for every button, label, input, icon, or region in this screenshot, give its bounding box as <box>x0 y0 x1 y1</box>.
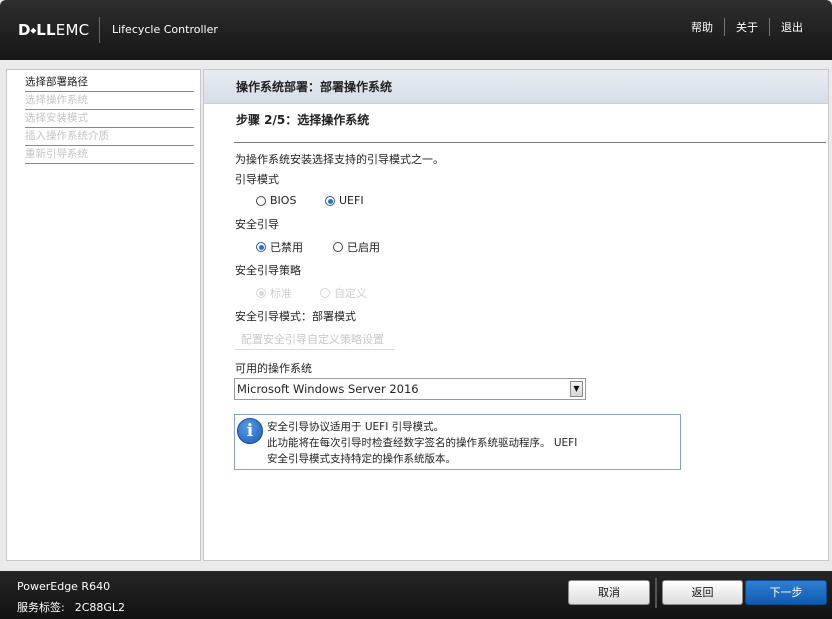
radio-unselected-icon <box>320 288 330 298</box>
radio-unselected-icon <box>256 195 266 206</box>
info-icon: i <box>237 418 263 444</box>
service-tag-label: 服务标签: <box>17 601 65 614</box>
server-model: PowerEdge R640 <box>17 580 111 593</box>
available-os-label: 可用的操作系统 <box>235 362 312 375</box>
header-bar: D⬩LLEMC Lifecycle Controller 帮助 关于 退出 <box>0 0 832 60</box>
exit-link[interactable]: 退出 <box>770 19 814 35</box>
radio-selected-icon <box>256 242 266 252</box>
radio-selected-icon <box>256 288 266 298</box>
radio-selected-icon <box>325 195 335 206</box>
page-title: 操作系统部署：部署操作系统 <box>204 70 828 104</box>
os-select-value: Microsoft Windows Server 2016 <box>237 382 419 396</box>
service-tag-value: 2C88GL2 <box>74 601 126 614</box>
back-button[interactable]: 返回 <box>662 580 743 605</box>
boot-mode-label: 引导模式 <box>235 173 279 186</box>
info-text-line: 此功能将在每次引导时检查经数字签名的操作系统驱动程序。 UEFI <box>267 437 578 449</box>
divider <box>234 142 826 143</box>
secure-boot-label: 安全引导 <box>235 218 279 231</box>
dropdown-arrow-icon[interactable]: ▼ <box>570 381 583 397</box>
policy-custom-radio: 自定义 <box>320 285 367 301</box>
header-divider <box>99 17 100 43</box>
header-links: 帮助 关于 退出 <box>680 18 814 36</box>
secure-boot-mode-text: 安全引导模式：部署模式 <box>235 310 356 323</box>
sidebar-item-insert-media: 插入操作系统介质 <box>25 128 194 146</box>
info-text-line: 安全引导协议适用于 UEFI 引导模式。 <box>267 421 445 433</box>
boot-mode-uefi-radio[interactable]: UEFI <box>325 194 364 207</box>
footer-bar: PowerEdge R640 服务标签: 2C88GL2 取消 返回 下一步 <box>0 571 832 619</box>
secure-boot-enabled-radio[interactable]: 已启用 <box>333 239 380 255</box>
info-text-line: 安全引导模式支持特定的操作系统版本。 <box>267 453 456 465</box>
product-name: Lifecycle Controller <box>112 23 218 36</box>
cancel-button[interactable]: 取消 <box>568 580 650 605</box>
sidebar-item-reboot: 重新引导系统 <box>25 146 194 164</box>
intro-text: 为操作系统安装选择支持的引导模式之一。 <box>235 153 444 166</box>
boot-mode-bios-radio[interactable]: BIOS <box>256 194 296 207</box>
main-panel: 操作系统部署：部署操作系统 步骤 2/5：选择操作系统 为操作系统安装选择支持的… <box>203 69 829 561</box>
radio-unselected-icon <box>333 242 343 252</box>
wizard-steps-sidebar: 选择部署路径 选择操作系统 选择安装模式 插入操作系统介质 重新引导系统 <box>6 69 201 561</box>
footer-divider <box>655 578 657 608</box>
dell-emc-logo: D⬩LLEMC <box>18 21 90 39</box>
sidebar-item-install-mode: 选择安装模式 <box>25 110 194 128</box>
step-title: 步骤 2/5：选择操作系统 <box>236 113 370 127</box>
service-tag: 服务标签: 2C88GL2 <box>17 599 125 615</box>
sidebar-item-deploy-path[interactable]: 选择部署路径 <box>25 74 194 92</box>
info-box: i 安全引导协议适用于 UEFI 引导模式。 此功能将在每次引导时检查经数字签名… <box>234 414 681 470</box>
secure-boot-disabled-radio[interactable]: 已禁用 <box>256 239 303 255</box>
policy-standard-radio: 标准 <box>256 285 292 301</box>
os-select-dropdown[interactable]: Microsoft Windows Server 2016 ▼ <box>234 378 586 400</box>
sidebar-item-select-os: 选择操作系统 <box>25 92 194 110</box>
configure-custom-policy-button: 配置安全引导自定义策略设置 <box>235 332 395 350</box>
about-link[interactable]: 关于 <box>725 19 769 35</box>
help-link[interactable]: 帮助 <box>680 19 724 35</box>
next-button[interactable]: 下一步 <box>745 580 827 605</box>
secure-boot-policy-label: 安全引导策略 <box>235 264 301 277</box>
